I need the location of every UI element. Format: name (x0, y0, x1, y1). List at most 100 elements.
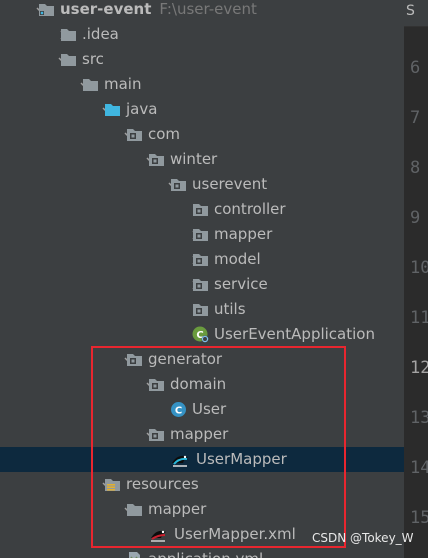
tree-row[interactable]: generator (0, 347, 404, 372)
line-number: 11 (410, 308, 428, 328)
tree-row-label: src (82, 47, 104, 72)
tree-row-text: User (192, 400, 227, 418)
tree-row-label: com (148, 122, 180, 147)
tree-row-text: mapper (170, 425, 229, 443)
tree-row-label: main (104, 72, 141, 97)
tree-row[interactable]: UserMapper (0, 447, 404, 472)
tree-row-text: userevent (192, 175, 268, 193)
tree-row-label: mapper (170, 422, 228, 447)
line-number: 14 (410, 458, 428, 478)
project-path: F:\user-event (159, 0, 257, 18)
tree-row-label: java (126, 97, 157, 122)
tree-row[interactable]: service (0, 272, 404, 297)
package-icon (170, 176, 187, 193)
tree-row-text: UserMapper.xml (174, 525, 296, 543)
package-icon (192, 201, 209, 218)
tree-row[interactable]: model (0, 247, 404, 272)
tree-row[interactable]: winter (0, 147, 404, 172)
tree-row-text: mapper (214, 225, 273, 243)
tree-row-text: user-event (60, 0, 152, 18)
package-icon (192, 301, 209, 318)
line-number: 15 (410, 508, 428, 528)
tree-row-label: controller (214, 197, 286, 222)
tree-row-text: UserEventApplication (214, 325, 375, 343)
tree-row[interactable]: main (0, 72, 404, 97)
editor-tab-label: S (406, 3, 415, 19)
tree-row[interactable]: userevent (0, 172, 404, 197)
tree-row-label: utils (214, 297, 246, 322)
tree-row[interactable]: domain (0, 372, 404, 397)
tree-row-text: domain (170, 375, 227, 393)
tree-row[interactable]: mapper (0, 497, 404, 522)
tree-row-label: UserMapper (196, 447, 287, 472)
yaml-file-icon (126, 551, 143, 558)
tree-row-text: resources (126, 475, 199, 493)
tree-row-text: main (104, 75, 142, 93)
tree-row[interactable]: com (0, 122, 404, 147)
line-number: 10 (410, 258, 428, 278)
tree-row[interactable]: utils (0, 297, 404, 322)
watermark: CSDN @Tokey_W (312, 531, 414, 545)
tree-row[interactable]: C User (0, 397, 404, 422)
tree-row-text: UserMapper (196, 450, 287, 468)
tree-row[interactable]: controller (0, 197, 404, 222)
package-icon (126, 351, 143, 368)
tree-row-text: application.yml (148, 550, 263, 558)
tree-row-text: generator (148, 350, 223, 368)
line-number: 9 (410, 208, 421, 228)
tree-row-label: service (214, 272, 268, 297)
svg-text:C: C (175, 406, 182, 417)
tree-row-label: user-event F:\user-event (60, 0, 257, 22)
tree-row-label: winter (170, 147, 217, 172)
tree-row-label: generator (148, 347, 222, 372)
tree-row-text: .idea (82, 25, 119, 43)
tree-row-label: UserEventApplication (214, 322, 375, 347)
package-icon (148, 426, 165, 443)
tree-row[interactable]: mapper (0, 222, 404, 247)
tree-row-text: mapper (148, 500, 207, 518)
package-icon (126, 126, 143, 143)
tree-row-label: mapper (148, 497, 206, 522)
editor-gutter: S 678910111213141516 (404, 0, 428, 558)
tree-row-label: User (192, 397, 226, 422)
tree-row-label: resources (126, 472, 199, 497)
tree-row-label: model (214, 247, 261, 272)
folder-icon (60, 26, 77, 43)
project-tree[interactable]: user-event F:\user-event .idea src main java c… (0, 0, 404, 558)
package-icon (192, 251, 209, 268)
tree-row[interactable]: user-event F:\user-event (0, 0, 404, 22)
line-number: 8 (410, 158, 421, 178)
tree-row-text: com (148, 125, 181, 143)
tree-row[interactable]: java (0, 97, 404, 122)
tree-row-label: UserMapper.xml (174, 522, 296, 547)
class-icon: C (170, 401, 187, 418)
package-icon (148, 151, 165, 168)
package-icon (148, 376, 165, 393)
mybatis-interface-icon (170, 451, 188, 468)
line-number: 13 (410, 408, 428, 428)
tree-row[interactable]: .idea (0, 22, 404, 47)
tree-row-label: application.yml (148, 547, 263, 558)
tree-row-text: service (214, 275, 268, 293)
tree-row-label: userevent (192, 172, 267, 197)
spring-boot-class-icon: C (192, 326, 209, 343)
tree-row-label: domain (170, 372, 226, 397)
tree-row-text: controller (214, 200, 286, 218)
tree-row[interactable]: src (0, 47, 404, 72)
tree-row-label: .idea (82, 22, 119, 47)
folder-icon (126, 501, 143, 518)
tree-row-text: winter (170, 150, 218, 168)
resources-folder-icon (104, 476, 121, 493)
tree-row[interactable]: mapper (0, 422, 404, 447)
folder-icon (60, 51, 77, 68)
tree-row[interactable]: resources (0, 472, 404, 497)
folder-icon (82, 76, 99, 93)
tree-row[interactable]: application.yml (0, 547, 404, 558)
tree-row-text: src (82, 50, 104, 68)
editor-tab[interactable]: S (404, 0, 428, 27)
tree-row-text: java (126, 100, 158, 118)
tree-row[interactable]: C UserEventApplication (0, 322, 404, 347)
tree-row-text: model (214, 250, 261, 268)
tree-row-text: utils (214, 300, 246, 318)
package-icon (192, 226, 209, 243)
